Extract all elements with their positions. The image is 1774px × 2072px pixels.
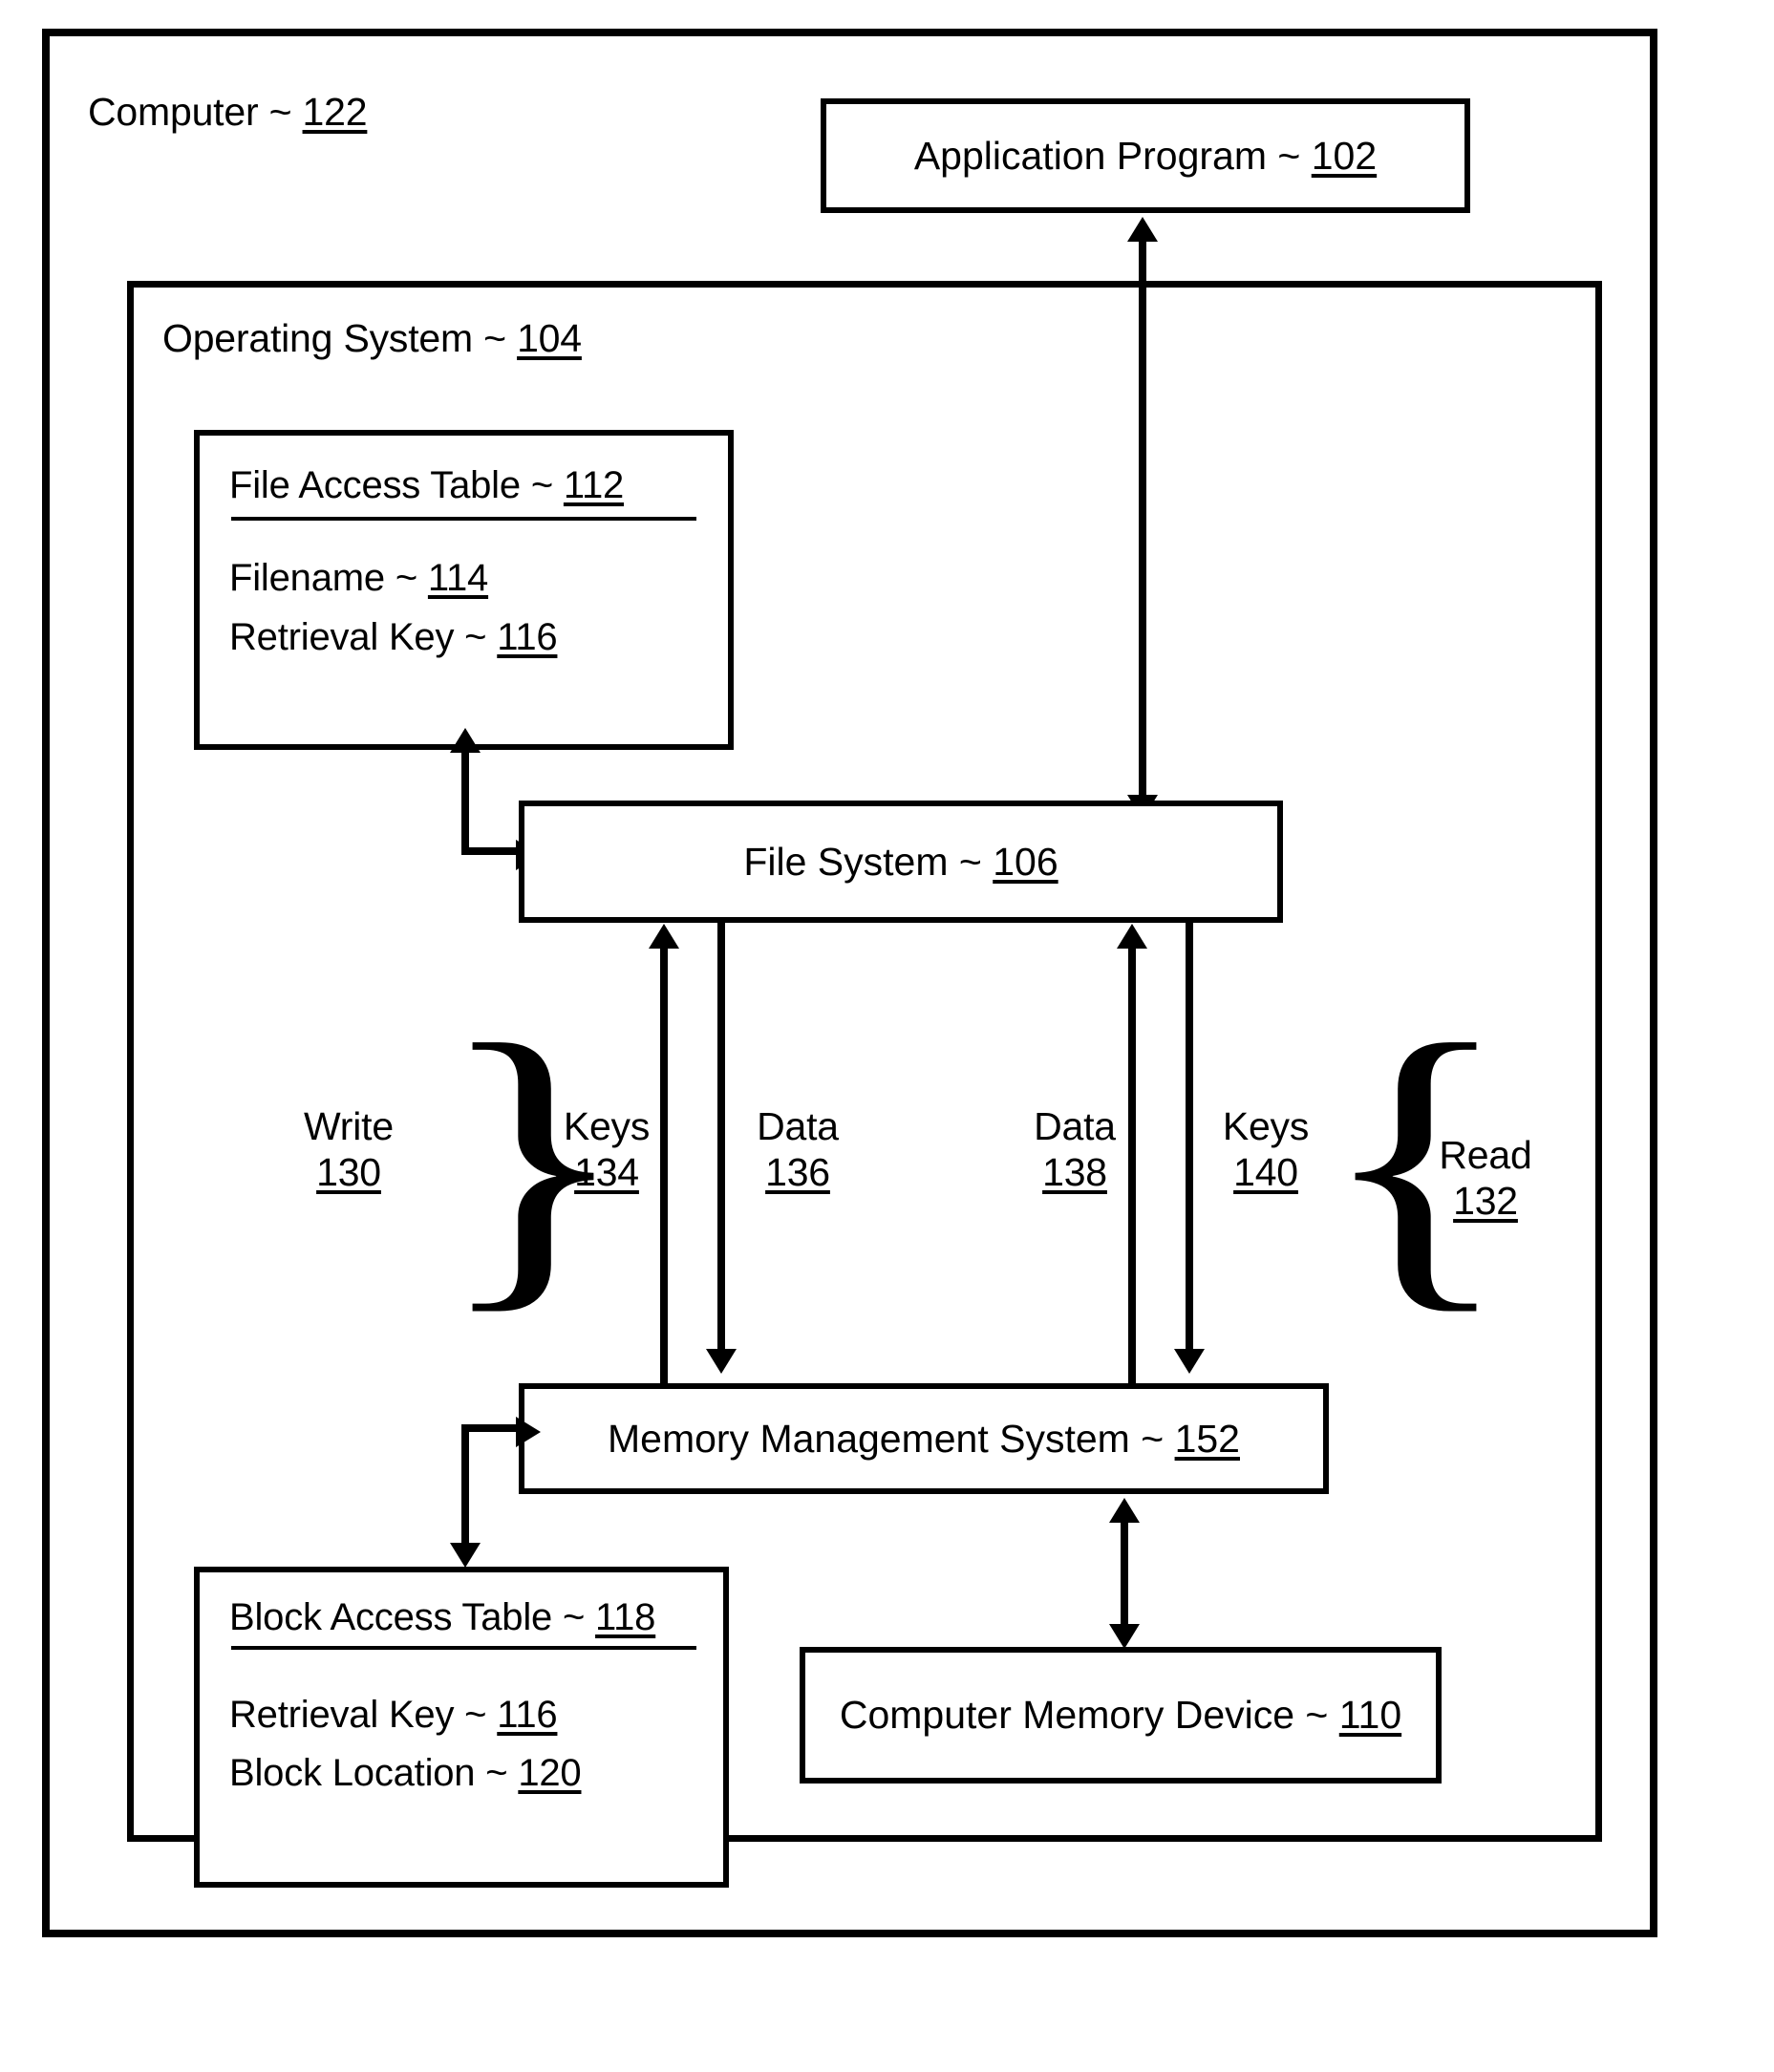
operating-system-label-text: Operating System ~	[162, 316, 518, 360]
file-access-table-title-ref: 112	[563, 464, 625, 506]
data-136-ref: 136	[765, 1150, 830, 1195]
bat-connector-arrowhead-down	[450, 1543, 481, 1568]
keys-140-name: Keys	[1222, 1104, 1310, 1148]
mms-memory-line	[1121, 1520, 1128, 1627]
block-access-table-row-1-ref: 120	[518, 1752, 582, 1794]
app-filesystem-line	[1139, 239, 1146, 817]
file-system-label-text: File System ~	[743, 839, 994, 884]
keys-140-arrowhead-down	[1174, 1349, 1205, 1374]
data-136-name: Data	[757, 1104, 839, 1148]
data-136-line	[717, 923, 725, 1351]
data-136-arrowhead-down	[706, 1349, 737, 1374]
bat-connector-arrowhead-right	[516, 1417, 541, 1447]
operating-system-frame-label: Operating System ~ 104	[162, 315, 582, 361]
block-access-table-row-1: Block Location ~ 120	[229, 1751, 582, 1796]
file-access-table-row-1: Retrieval Key ~ 116	[229, 615, 558, 660]
memory-management-system-label: Memory Management System ~ 152	[519, 1383, 1329, 1494]
keys-140-line	[1186, 923, 1193, 1351]
computer-memory-device-ref: 110	[1338, 1693, 1402, 1737]
file-access-table-title-text: File Access Table ~	[229, 464, 564, 506]
memory-management-system-label-text: Memory Management System ~	[607, 1416, 1175, 1461]
computer-frame-label-text: Computer ~	[88, 90, 303, 134]
bat-connector-vline	[461, 1424, 469, 1549]
fat-connector-hline	[461, 847, 524, 855]
write-flow-name: Write	[304, 1104, 394, 1148]
computer-memory-device-label-text: Computer Memory Device ~	[839, 1693, 1339, 1737]
bat-connector-hline	[461, 1424, 524, 1432]
block-access-table-row-0-ref: 116	[497, 1694, 558, 1736]
block-access-table-row-1-label: Block Location ~	[229, 1752, 519, 1794]
file-access-table-title-rule	[231, 517, 696, 521]
data-138-ref: 138	[1042, 1150, 1107, 1195]
fat-connector-vline	[461, 750, 469, 855]
block-access-table-title-ref: 118	[595, 1596, 656, 1638]
application-program-label: Application Program ~ 102	[821, 98, 1470, 213]
keys-140-ref: 140	[1233, 1150, 1298, 1195]
data-136-label: Data 136	[736, 1103, 860, 1196]
file-access-table-row-0: Filename ~ 114	[229, 556, 488, 601]
write-flow-ref: 130	[316, 1150, 381, 1195]
block-access-table-title-rule	[231, 1646, 696, 1650]
figure-canvas: Computer ~ 122 Operating System ~ 104 Ap…	[0, 0, 1774, 2072]
operating-system-ref: 104	[517, 316, 582, 360]
file-access-table-row-1-label: Retrieval Key ~	[229, 616, 498, 658]
memory-management-system-ref: 152	[1174, 1416, 1240, 1461]
file-access-table-row-0-label: Filename ~	[229, 557, 428, 599]
computer-frame-label: Computer ~ 122	[88, 89, 368, 135]
application-program-ref: 102	[1311, 133, 1378, 178]
file-system-ref: 106	[993, 839, 1058, 884]
file-system-label: File System ~ 106	[519, 801, 1283, 923]
file-access-table-row-1-ref: 116	[497, 616, 558, 658]
block-access-table-title-text: Block Access Table ~	[229, 1596, 596, 1638]
read-flow-label: Read 132	[1414, 1132, 1557, 1225]
keys-134-label: Keys 134	[545, 1103, 669, 1196]
keys-134-name: Keys	[563, 1104, 651, 1148]
block-access-table-title: Block Access Table ~ 118	[229, 1595, 655, 1640]
block-access-table-row-0-label: Retrieval Key ~	[229, 1694, 498, 1736]
read-flow-name: Read	[1439, 1133, 1532, 1177]
computer-frame-ref: 122	[302, 90, 368, 134]
computer-memory-device-label: Computer Memory Device ~ 110	[800, 1647, 1442, 1784]
keys-140-label: Keys 140	[1204, 1103, 1328, 1196]
keys-134-ref: 134	[574, 1150, 639, 1195]
mms-memory-arrowhead-down	[1109, 1624, 1140, 1649]
application-program-label-text: Application Program ~	[913, 133, 1312, 178]
read-flow-ref: 132	[1453, 1179, 1518, 1224]
block-access-table-row-0: Retrieval Key ~ 116	[229, 1693, 558, 1738]
file-access-table-title: File Access Table ~ 112	[229, 463, 624, 508]
write-flow-label: Write 130	[287, 1103, 411, 1196]
data-138-label: Data 138	[1013, 1103, 1137, 1196]
data-138-name: Data	[1034, 1104, 1116, 1148]
file-access-table-row-0-ref: 114	[427, 557, 489, 599]
